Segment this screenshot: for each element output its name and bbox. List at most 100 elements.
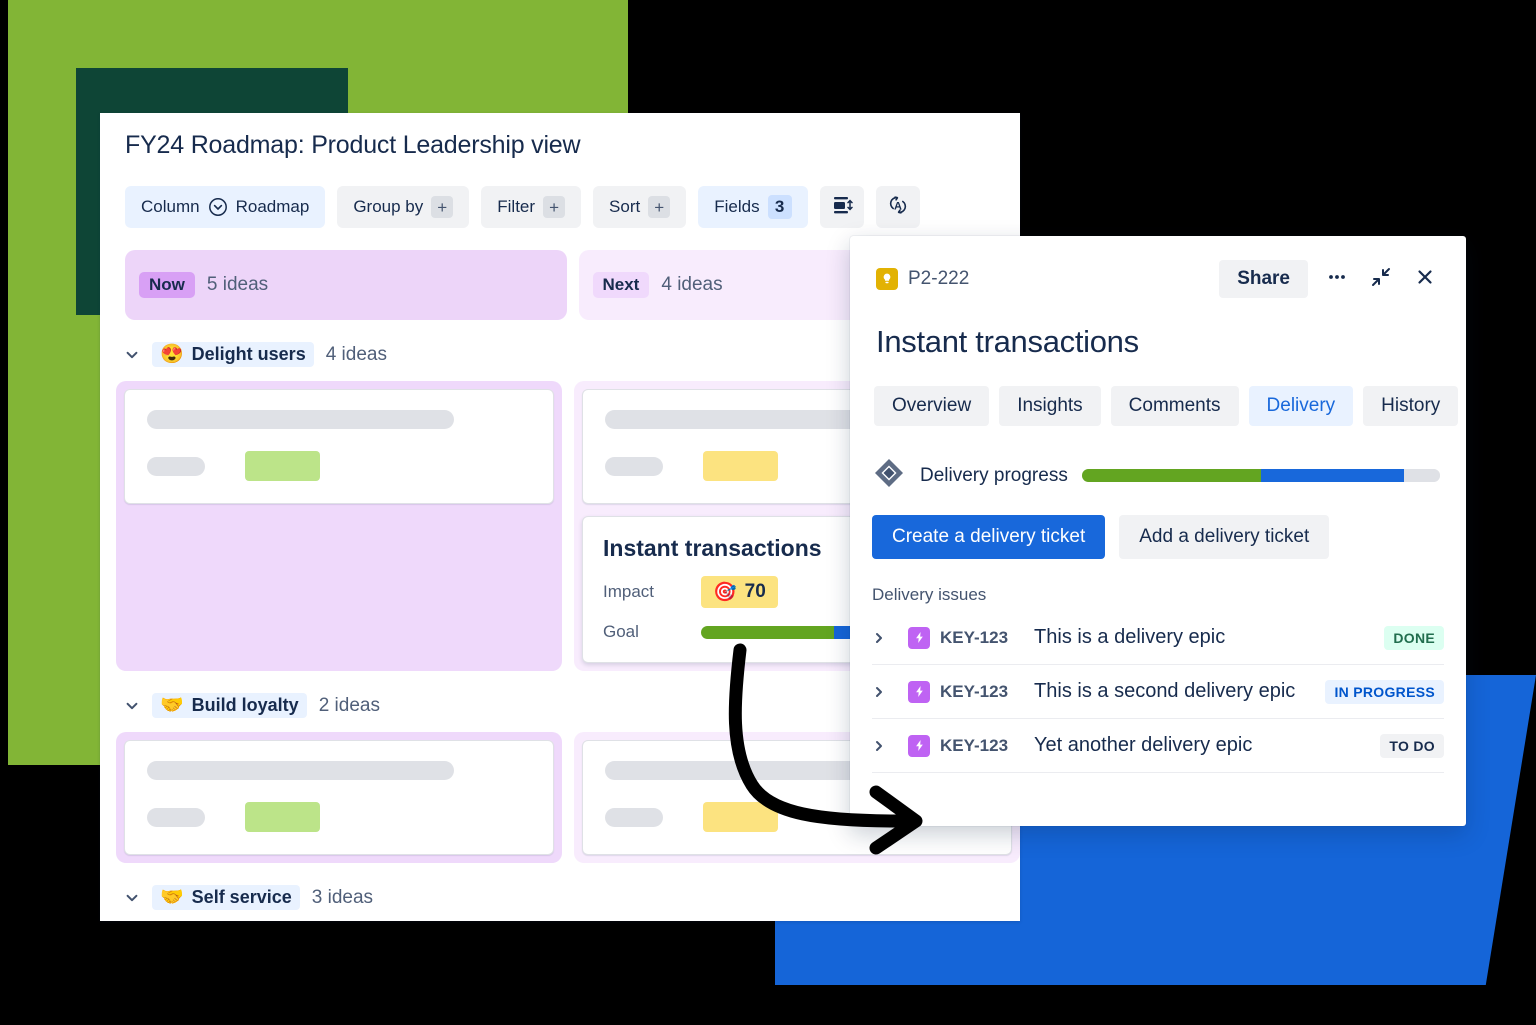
group-by-label: Group by bbox=[353, 197, 424, 216]
delivery-progress-bar bbox=[1081, 469, 1440, 482]
skeleton-title bbox=[147, 410, 455, 429]
skeleton-label bbox=[605, 456, 663, 476]
filter-button[interactable]: Filter + bbox=[481, 186, 582, 228]
impact-value: 70 bbox=[744, 581, 766, 602]
tab-delivery[interactable]: Delivery bbox=[1248, 386, 1354, 426]
lane-now-loyalty bbox=[116, 732, 562, 863]
sort-button[interactable]: Sort + bbox=[593, 186, 687, 228]
chevron-right-icon[interactable] bbox=[872, 739, 908, 753]
panel-tabs: Overview Insights Comments Delivery Hist… bbox=[850, 360, 1466, 426]
skeleton-title bbox=[147, 761, 455, 780]
progress-green-segment bbox=[1081, 469, 1261, 482]
chevron-down-circle-icon bbox=[208, 197, 228, 217]
delivery-issues-heading: Delivery issues bbox=[872, 585, 987, 604]
column-header-now[interactable]: Now 5 ideas bbox=[125, 250, 567, 320]
create-delivery-ticket-button[interactable]: Create a delivery ticket bbox=[872, 515, 1106, 559]
chevron-right-icon[interactable] bbox=[872, 685, 908, 699]
issue-key: KEY-123 bbox=[940, 627, 1009, 647]
fields-label: Fields bbox=[714, 197, 760, 216]
table-row[interactable]: KEY-123 This is a second delivery epic I… bbox=[872, 665, 1444, 719]
idea-detail-panel: P2-222 Share Instant transactions Overvi… bbox=[850, 236, 1466, 826]
share-button[interactable]: Share bbox=[1219, 260, 1308, 298]
handshake-emoji-icon: 🤝 bbox=[160, 887, 184, 908]
issue-key: P2-222 bbox=[908, 268, 970, 289]
add-delivery-ticket-button[interactable]: Add a delivery ticket bbox=[1119, 515, 1330, 559]
delivery-actions: Create a delivery ticket Add a delivery … bbox=[850, 495, 1466, 559]
field-chip-yellow bbox=[703, 451, 778, 481]
column-label: Column bbox=[141, 197, 200, 216]
group-by-button[interactable]: Group by + bbox=[337, 186, 470, 228]
column-count-now: 5 ideas bbox=[206, 274, 269, 295]
issue-summary: Yet another delivery epic bbox=[1034, 734, 1253, 756]
group-label: Build loyalty bbox=[191, 695, 299, 715]
handshake-emoji-icon: 🤝 bbox=[160, 695, 184, 716]
auto-translate-button[interactable]: A bbox=[875, 186, 920, 228]
row-height-icon bbox=[831, 194, 853, 221]
chevron-down-icon[interactable] bbox=[124, 890, 140, 906]
tab-insights[interactable]: Insights bbox=[999, 386, 1101, 426]
chevron-down-icon[interactable] bbox=[124, 347, 140, 363]
column-pill-now: Now bbox=[139, 272, 195, 298]
collapse-icon bbox=[1369, 265, 1393, 294]
tab-overview[interactable]: Overview bbox=[874, 386, 990, 426]
plus-icon: + bbox=[431, 196, 454, 218]
issue-summary: This is a delivery epic bbox=[1034, 626, 1226, 648]
table-row[interactable]: KEY-123 This is a delivery epic DONE bbox=[872, 611, 1444, 665]
delivery-issues-list: KEY-123 This is a delivery epic DONE KEY… bbox=[850, 605, 1466, 773]
auto-translate-icon: A bbox=[886, 193, 910, 222]
group-label: Self service bbox=[191, 887, 292, 907]
screenshot-stage: FY24 Roadmap: Product Leadership view Co… bbox=[0, 0, 1536, 1025]
epic-icon bbox=[908, 734, 930, 757]
progress-blue-segment bbox=[1260, 469, 1405, 482]
idea-card-placeholder[interactable] bbox=[124, 389, 554, 504]
issue-summary: This is a second delivery epic bbox=[1034, 680, 1296, 702]
group-header-self-service[interactable]: 🤝 Self service 3 ideas bbox=[100, 863, 1020, 910]
group-count: 3 ideas bbox=[311, 886, 374, 908]
group-tag: 😍 Delight users bbox=[152, 342, 314, 367]
goal-label: Goal bbox=[603, 622, 639, 641]
column-value: Roadmap bbox=[235, 197, 310, 216]
chevron-down-icon[interactable] bbox=[124, 698, 140, 714]
row-height-button[interactable] bbox=[819, 186, 864, 228]
status-badge: DONE bbox=[1384, 625, 1444, 650]
jira-diamond-icon bbox=[872, 456, 906, 495]
collapse-button[interactable] bbox=[1366, 264, 1396, 294]
chevron-right-icon[interactable] bbox=[872, 631, 908, 645]
column-selector-button[interactable]: Column Roadmap bbox=[125, 186, 326, 228]
heart-eyes-emoji-icon: 😍 bbox=[160, 344, 184, 365]
lane-now-delight bbox=[116, 381, 562, 671]
more-actions-button[interactable] bbox=[1322, 264, 1352, 294]
column-pill-next: Next bbox=[592, 272, 650, 298]
fields-button[interactable]: Fields 3 bbox=[698, 186, 808, 228]
group-label: Delight users bbox=[191, 344, 306, 364]
skeleton-label bbox=[147, 807, 205, 827]
plus-icon: + bbox=[543, 196, 566, 218]
more-actions-icon bbox=[1326, 266, 1348, 293]
column-count-next: 4 ideas bbox=[661, 274, 723, 295]
tab-history[interactable]: History bbox=[1363, 386, 1459, 426]
skeleton-meta-row bbox=[147, 451, 531, 481]
status-badge: IN PROGRESS bbox=[1325, 679, 1444, 704]
close-icon bbox=[1414, 266, 1436, 293]
table-row[interactable]: KEY-123 Yet another delivery epic TO DO bbox=[872, 719, 1444, 773]
group-count: 2 ideas bbox=[318, 694, 380, 716]
close-button[interactable] bbox=[1410, 264, 1440, 294]
skeleton-label bbox=[605, 807, 663, 827]
epic-icon bbox=[908, 680, 930, 703]
progress-grey-segment bbox=[1404, 469, 1440, 482]
issue-key: KEY-123 bbox=[940, 735, 1009, 755]
filter-label: Filter bbox=[497, 197, 536, 216]
tab-comments[interactable]: Comments bbox=[1110, 386, 1239, 426]
idea-card-placeholder[interactable] bbox=[124, 740, 554, 855]
target-emoji-icon: 🎯 bbox=[713, 582, 737, 603]
epic-icon bbox=[908, 626, 930, 649]
field-chip-green bbox=[245, 802, 320, 832]
group-tag: 🤝 Build loyalty bbox=[152, 693, 307, 718]
lane-row-self-service bbox=[100, 910, 1020, 921]
field-chip-yellow bbox=[703, 802, 778, 832]
impact-value-badge: 🎯 70 bbox=[701, 576, 778, 608]
lightbulb-icon bbox=[876, 268, 898, 290]
impact-label: Impact bbox=[603, 582, 655, 601]
sort-label: Sort bbox=[609, 197, 641, 216]
panel-header: P2-222 Share bbox=[850, 236, 1466, 298]
